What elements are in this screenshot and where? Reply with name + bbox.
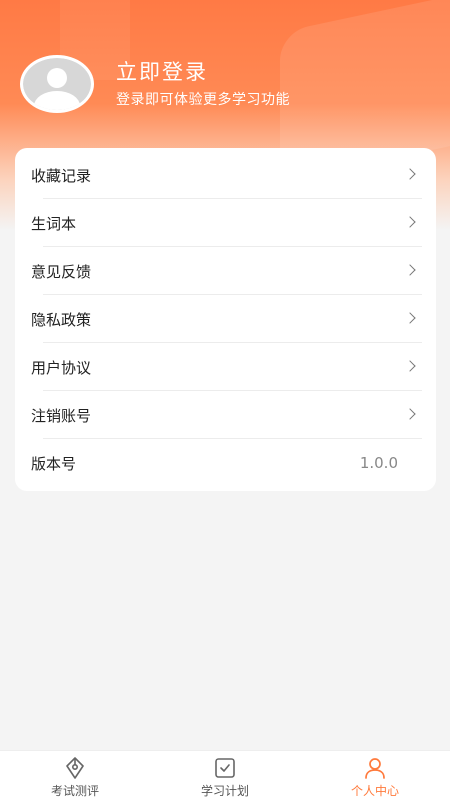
menu-item-delete-account[interactable]: 注销账号 bbox=[15, 391, 436, 439]
menu-item-favorites[interactable]: 收藏记录 bbox=[15, 151, 436, 199]
bottom-tab-bar: 考试测评 学习计划 个人中心 bbox=[0, 750, 450, 800]
menu-item-label: 生词本 bbox=[31, 214, 77, 233]
avatar[interactable] bbox=[20, 55, 94, 113]
plan-check-icon bbox=[215, 758, 235, 778]
chevron-right-icon bbox=[404, 312, 416, 324]
menu-card: 收藏记录 生词本 意见反馈 隐私政策 用户协议 注销账号 版本号 1.0.0 bbox=[15, 148, 436, 491]
version-value: 1.0.0 bbox=[359, 454, 398, 472]
tab-personal-center[interactable]: 个人中心 bbox=[300, 751, 450, 800]
menu-item-vocabulary[interactable]: 生词本 bbox=[15, 199, 436, 247]
chevron-right-icon bbox=[404, 264, 416, 276]
menu-item-privacy[interactable]: 隐私政策 bbox=[15, 295, 436, 343]
exam-pen-icon bbox=[66, 757, 84, 779]
version-row: 版本号 1.0.0 bbox=[15, 439, 436, 487]
menu-item-label: 注销账号 bbox=[31, 406, 92, 425]
chevron-right-icon bbox=[404, 360, 416, 372]
chevron-right-icon bbox=[404, 408, 416, 420]
chevron-right-icon bbox=[404, 168, 416, 180]
login-title[interactable]: 立即登录 bbox=[116, 56, 208, 86]
version-label: 版本号 bbox=[31, 454, 77, 473]
chevron-right-icon bbox=[404, 216, 416, 228]
user-icon bbox=[365, 758, 385, 779]
tab-label: 学习计划 bbox=[200, 784, 249, 798]
avatar-placeholder-icon bbox=[23, 58, 91, 110]
tab-study-plan[interactable]: 学习计划 bbox=[150, 751, 300, 800]
menu-item-label: 隐私政策 bbox=[31, 310, 92, 329]
menu-item-label: 用户协议 bbox=[31, 358, 92, 377]
menu-item-label: 意见反馈 bbox=[31, 262, 92, 281]
menu-item-user-agreement[interactable]: 用户协议 bbox=[15, 343, 436, 391]
tab-label: 考试测评 bbox=[50, 784, 99, 798]
menu-item-label: 收藏记录 bbox=[31, 166, 92, 185]
tab-exam[interactable]: 考试测评 bbox=[0, 751, 150, 800]
login-subtitle: 登录即可体验更多学习功能 bbox=[116, 92, 290, 108]
tab-label: 个人中心 bbox=[350, 784, 399, 798]
menu-item-feedback[interactable]: 意见反馈 bbox=[15, 247, 436, 295]
